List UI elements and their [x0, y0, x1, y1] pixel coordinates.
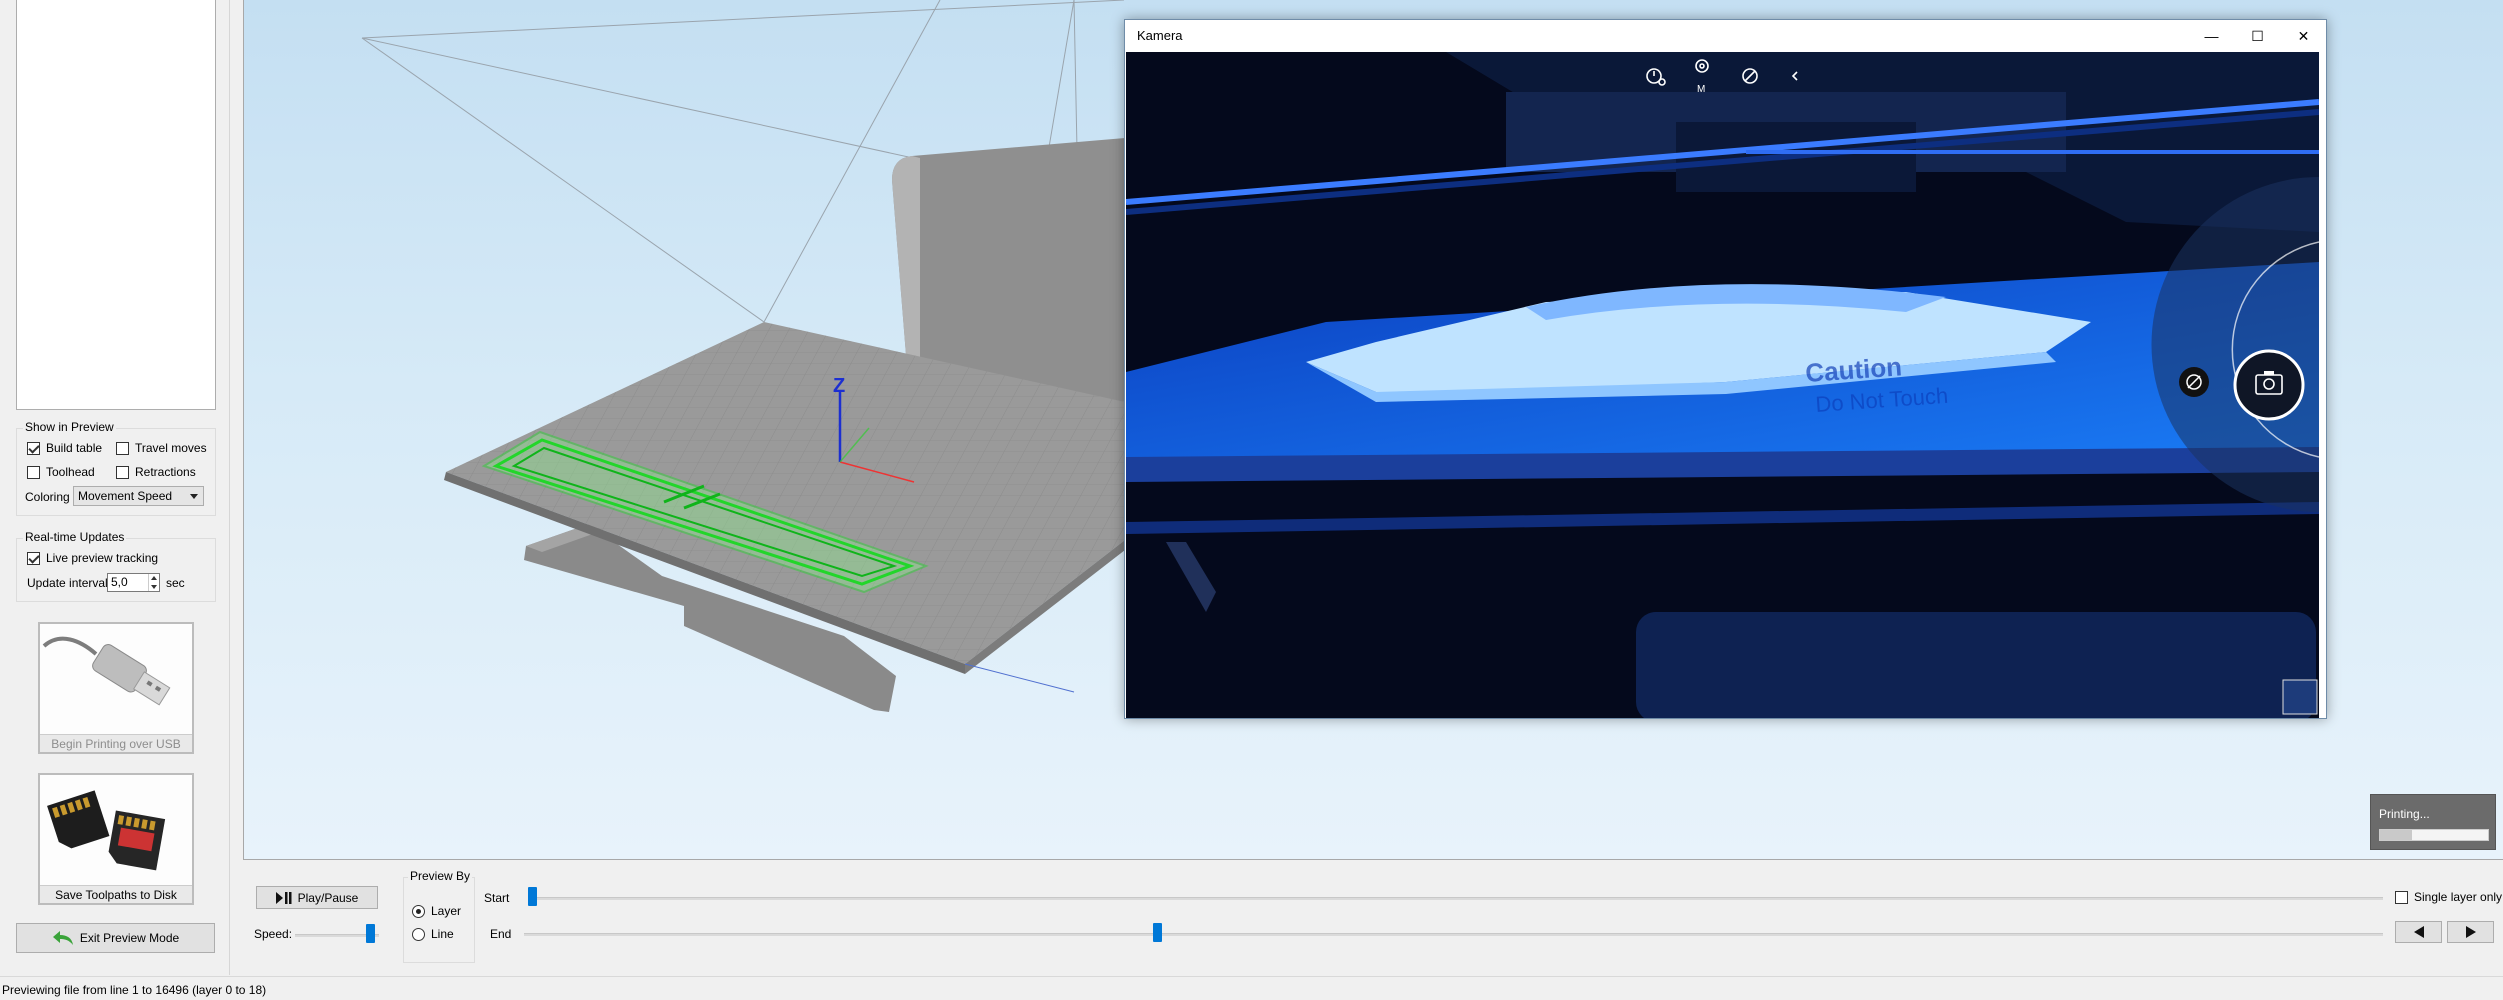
interval-value: 5,0	[111, 575, 128, 589]
status-text: Previewing file from line 1 to 16496 (la…	[2, 983, 267, 997]
live-preview-checkbox[interactable]: Live preview tracking	[27, 551, 158, 565]
group-title: Real-time Updates	[23, 530, 127, 544]
speed-slider-thumb[interactable]	[366, 924, 376, 943]
preview-by-group: Preview By	[403, 869, 475, 963]
printing-status-popup: Printing...	[2370, 794, 2496, 850]
play-pause-icon	[275, 891, 292, 904]
green-back-arrow-icon	[52, 931, 73, 945]
spinner-arrows-icon[interactable]	[148, 574, 159, 591]
update-interval-spinner[interactable]: 5,0	[107, 573, 160, 592]
radio-label: Line	[431, 927, 454, 941]
printing-progress-fill	[2380, 830, 2413, 840]
interval-unit: sec	[166, 576, 185, 590]
end-label: End	[490, 927, 512, 941]
exit-preview-button[interactable]: Exit Preview Mode	[16, 923, 215, 953]
coloring-text: Coloring	[25, 490, 70, 504]
end-slider-track[interactable]	[524, 933, 2383, 936]
group-title: Show in Preview	[23, 420, 116, 434]
play-pause-label: Play/Pause	[297, 890, 359, 905]
coloring-label: Coloring	[25, 490, 70, 504]
update-interval-label: Update interval	[27, 576, 108, 590]
camera-window[interactable]: Kamera — ☐ ✕ Caution Do Not Touch M	[1124, 19, 2327, 719]
minimize-icon[interactable]: —	[2189, 20, 2234, 52]
sd-button-label: Save Toolpaths to Disk	[40, 885, 192, 903]
usb-button-label: Begin Printing over USB	[40, 734, 192, 752]
preview-by-line-radio[interactable]: Line	[412, 927, 454, 941]
interval-text: Update interval	[27, 576, 108, 590]
coloring-value: Movement Speed	[78, 489, 173, 503]
realtime-updates-group: Real-time Updates	[16, 530, 216, 602]
checkbox-icon[interactable]	[27, 441, 40, 455]
camera-image: Caution Do Not Touch M	[1126, 52, 2319, 718]
left-panel: Show in Preview Build table Travel moves…	[0, 0, 240, 975]
exposure-mode: M	[1697, 84, 1705, 95]
end-slider-thumb[interactable]	[1153, 923, 1162, 942]
status-bar: Previewing file from line 1 to 16496 (la…	[0, 976, 2503, 1000]
usb-cable-icon	[42, 636, 171, 706]
unit-text: sec	[166, 576, 185, 590]
retractions-checkbox[interactable]: Retractions	[116, 465, 196, 479]
camera-title: Kamera	[1137, 28, 1183, 43]
checkbox-icon[interactable]	[116, 441, 129, 455]
coloring-select[interactable]: Movement Speed	[73, 486, 204, 506]
radio-icon[interactable]	[412, 904, 425, 918]
gallery-thumbnail[interactable]	[2282, 679, 2318, 715]
previous-layer-button[interactable]	[2395, 921, 2442, 943]
speed-label: Speed:	[254, 927, 293, 941]
save-toolpaths-button[interactable]: Save Toolpaths to Disk	[38, 773, 194, 905]
triangle-right-icon	[2465, 926, 2476, 938]
toolhead-checkbox[interactable]: Toolhead	[27, 465, 95, 479]
checkbox-icon[interactable]	[27, 551, 40, 565]
checkbox-label: Build table	[46, 441, 103, 455]
build-table-checkbox[interactable]: Build table	[27, 441, 102, 455]
radio-icon[interactable]	[412, 927, 425, 941]
single-layer-checkbox[interactable]: Single layer only	[2395, 890, 2502, 904]
checkbox-icon[interactable]	[2395, 890, 2408, 904]
bottom-controls: Play/Pause Speed: Preview By Layer Line …	[243, 861, 2503, 975]
start-label: Start	[484, 891, 510, 905]
panel-divider	[229, 0, 230, 975]
preview-by-title: Preview By	[408, 869, 473, 883]
radio-label: Layer	[431, 904, 462, 918]
play-pause-button[interactable]: Play/Pause	[256, 886, 378, 909]
chevron-down-icon	[190, 494, 198, 499]
checkbox-label: Single layer only	[2414, 890, 2503, 904]
preview-by-layer-radio[interactable]: Layer	[412, 904, 461, 918]
exit-button-label: Exit Preview Mode	[79, 931, 180, 945]
checkbox-label: Travel moves	[135, 441, 207, 455]
sd-card-icon	[47, 790, 166, 871]
triangle-left-icon	[2413, 926, 2424, 938]
close-icon[interactable]: ✕	[2281, 20, 2326, 52]
camera-icon[interactable]	[2233, 349, 2305, 421]
maximize-icon[interactable]: ☐	[2235, 20, 2280, 52]
video-off-icon[interactable]	[2179, 367, 2209, 397]
checkbox-label: Toolhead	[46, 465, 95, 479]
travel-moves-checkbox[interactable]: Travel moves	[116, 441, 207, 455]
checkbox-icon[interactable]	[27, 465, 40, 479]
start-slider-thumb[interactable]	[528, 887, 537, 906]
next-layer-button[interactable]	[2447, 921, 2494, 943]
start-slider-track[interactable]	[528, 897, 2383, 900]
printing-label: Printing...	[2379, 807, 2430, 821]
checkbox-icon[interactable]	[116, 465, 129, 479]
object-list[interactable]	[16, 0, 216, 410]
camera-titlebar[interactable]: Kamera — ☐ ✕	[1125, 20, 2326, 52]
camera-feed: Caution Do Not Touch M	[1126, 52, 2319, 718]
z-axis-label: Z	[833, 375, 845, 397]
checkbox-label: Retractions	[135, 465, 196, 479]
printing-progress-bar	[2379, 829, 2489, 841]
begin-printing-usb-button[interactable]: Begin Printing over USB	[38, 622, 194, 754]
checkbox-label: Live preview tracking	[46, 551, 159, 565]
